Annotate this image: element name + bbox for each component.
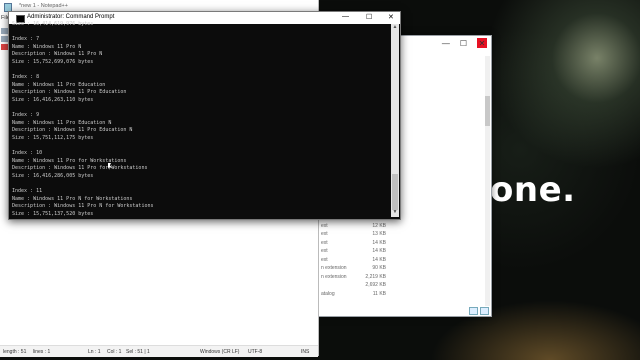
status-insert-mode: INS: [301, 349, 310, 355]
cmd-maximize-button[interactable]: ☐: [366, 13, 372, 21]
explorer-minimize-button[interactable]: —: [442, 39, 450, 48]
cmd-output-line: Description : Windows 11 Pro N: [12, 51, 103, 58]
cmd-output-line: Description : Windows 11 Pro N for Works…: [12, 203, 154, 210]
file-size: 14 KB: [372, 256, 386, 263]
file-type: ext: [321, 256, 328, 263]
status-col: Col : 1: [107, 349, 122, 355]
file-size: 14 KB: [372, 239, 386, 246]
scroll-down-icon[interactable]: ▼: [391, 209, 399, 217]
cmd-output-line: [12, 180, 388, 188]
explorer-file-row[interactable]: ext 12 KB: [319, 222, 491, 231]
command-prompt-window[interactable]: Administrator: Command Prompt — ☐ ✕ Size…: [8, 11, 401, 220]
cmd-output-line: Index : 11: [12, 188, 43, 195]
cmd-minimize-button[interactable]: —: [342, 13, 349, 20]
cmd-output-line: Description : Windows 11 Pro Education N: [12, 127, 133, 134]
explorer-file-row[interactable]: n extension 2,219 KB: [319, 273, 491, 282]
cmd-output[interactable]: Size : 16,414,619,976 bytes Index : 7 Nam…: [12, 21, 388, 216]
cmd-output-line: Name : Windows 11 Pro N: [12, 43, 82, 50]
explorer-file-row[interactable]: 2,692 KB: [319, 281, 491, 290]
details-view-button[interactable]: [469, 307, 478, 315]
file-size: 2,219 KB: [365, 273, 386, 280]
file-type: ext: [321, 222, 328, 229]
file-type: ext: [321, 231, 328, 237]
explorer-file-list[interactable]: 2 KBext12 KBext13 KBext14 KBext14 KBext1…: [319, 213, 491, 298]
cmd-title: Administrator: Command Prompt: [27, 14, 115, 20]
cmd-output-line: Size : 16,416,286,005 bytes: [12, 172, 94, 179]
cmd-output-line: Name : Windows 11 Pro for Workstations: [12, 157, 127, 164]
explorer-close-button[interactable]: ✕: [477, 38, 487, 48]
large-icons-view-button[interactable]: [480, 307, 489, 315]
cmd-output-line: Size : 15,751,137,520 bytes: [12, 210, 94, 216]
cmd-output-line: Index : 9: [12, 112, 40, 119]
file-type: ext: [321, 239, 328, 246]
cmd-output-line: Index : 10: [12, 150, 43, 157]
status-lines: lines : 1: [33, 349, 51, 355]
file-size: 14 KB: [372, 248, 386, 254]
notepad-status-bar: length : 51 lines : 1 Ln : 1 Col : 1 Sel…: [0, 345, 318, 357]
scroll-up-icon[interactable]: ▲: [391, 24, 399, 32]
explorer-file-row[interactable]: atalog 11 KB: [319, 290, 491, 299]
cmd-output-line: Name : Windows 11 Pro Education: [12, 81, 106, 88]
status-encoding: UTF-8: [248, 349, 263, 355]
cmd-output-line: [12, 105, 388, 113]
cmd-scrollbar[interactable]: ▲ ▼: [391, 24, 399, 217]
cmd-output-line: Name : Windows 11 Pro Education N: [12, 119, 112, 126]
file-size: 12 KB: [372, 222, 386, 229]
explorer-file-row[interactable]: ext 14 KB: [319, 256, 491, 265]
file-type: atalog: [321, 290, 335, 297]
cmd-close-button[interactable]: ✕: [388, 13, 394, 21]
explorer-view-buttons[interactable]: [469, 307, 489, 315]
status-eol: Windows (CR LF): [200, 349, 240, 355]
cmd-output-line: Index : 7: [12, 36, 40, 43]
cmd-output-line: Index : 8: [12, 74, 40, 81]
explorer-maximize-button[interactable]: ☐: [460, 39, 467, 48]
status-sel: Sel : 51 | 1: [126, 349, 150, 355]
explorer-file-row[interactable]: n extension 90 KB: [319, 264, 491, 273]
cmd-output-line: Size : 15,751,112,175 bytes: [12, 134, 94, 141]
cmd-output-line: [12, 67, 388, 75]
file-type: n extension: [321, 265, 347, 271]
cmd-output-line: [12, 143, 388, 151]
explorer-scroll-thumb[interactable]: [485, 96, 490, 126]
file-type: ext: [321, 248, 328, 254]
cmd-output-line: Size : 15,752,699,076 bytes: [12, 58, 94, 65]
cmd-output-line: Description : Windows 11 Pro Education: [12, 89, 127, 96]
file-size: 90 KB: [372, 265, 386, 271]
notepad-title: *new 1 - Notepad++: [19, 3, 68, 9]
explorer-file-row[interactable]: ext 13 KB: [319, 230, 491, 239]
explorer-file-row[interactable]: ext 14 KB: [319, 247, 491, 256]
cmd-output-line: Size : 16,416,263,110 bytes: [12, 96, 94, 103]
file-size: 11 KB: [372, 290, 386, 297]
mouse-pointer-icon: [108, 163, 111, 169]
cmd-output-line: Size : 16,414,619,976 bytes: [12, 21, 94, 27]
file-type: n extension: [321, 273, 347, 280]
wallpaper-text: one.: [490, 170, 576, 210]
status-ln: Ln : 1: [88, 349, 101, 355]
cmd-scroll-thumb[interactable]: [392, 174, 398, 210]
cmd-output-line: [12, 29, 388, 37]
status-length: length : 51: [3, 349, 27, 355]
file-size: 13 KB: [372, 231, 386, 237]
cmd-output-line: Description : Windows 11 Pro for Worksta…: [12, 165, 148, 172]
cmd-output-line: Name : Windows 11 Pro N for Workstations: [12, 195, 133, 202]
explorer-file-row[interactable]: ext 14 KB: [319, 239, 491, 248]
file-size: 2,692 KB: [365, 282, 386, 288]
